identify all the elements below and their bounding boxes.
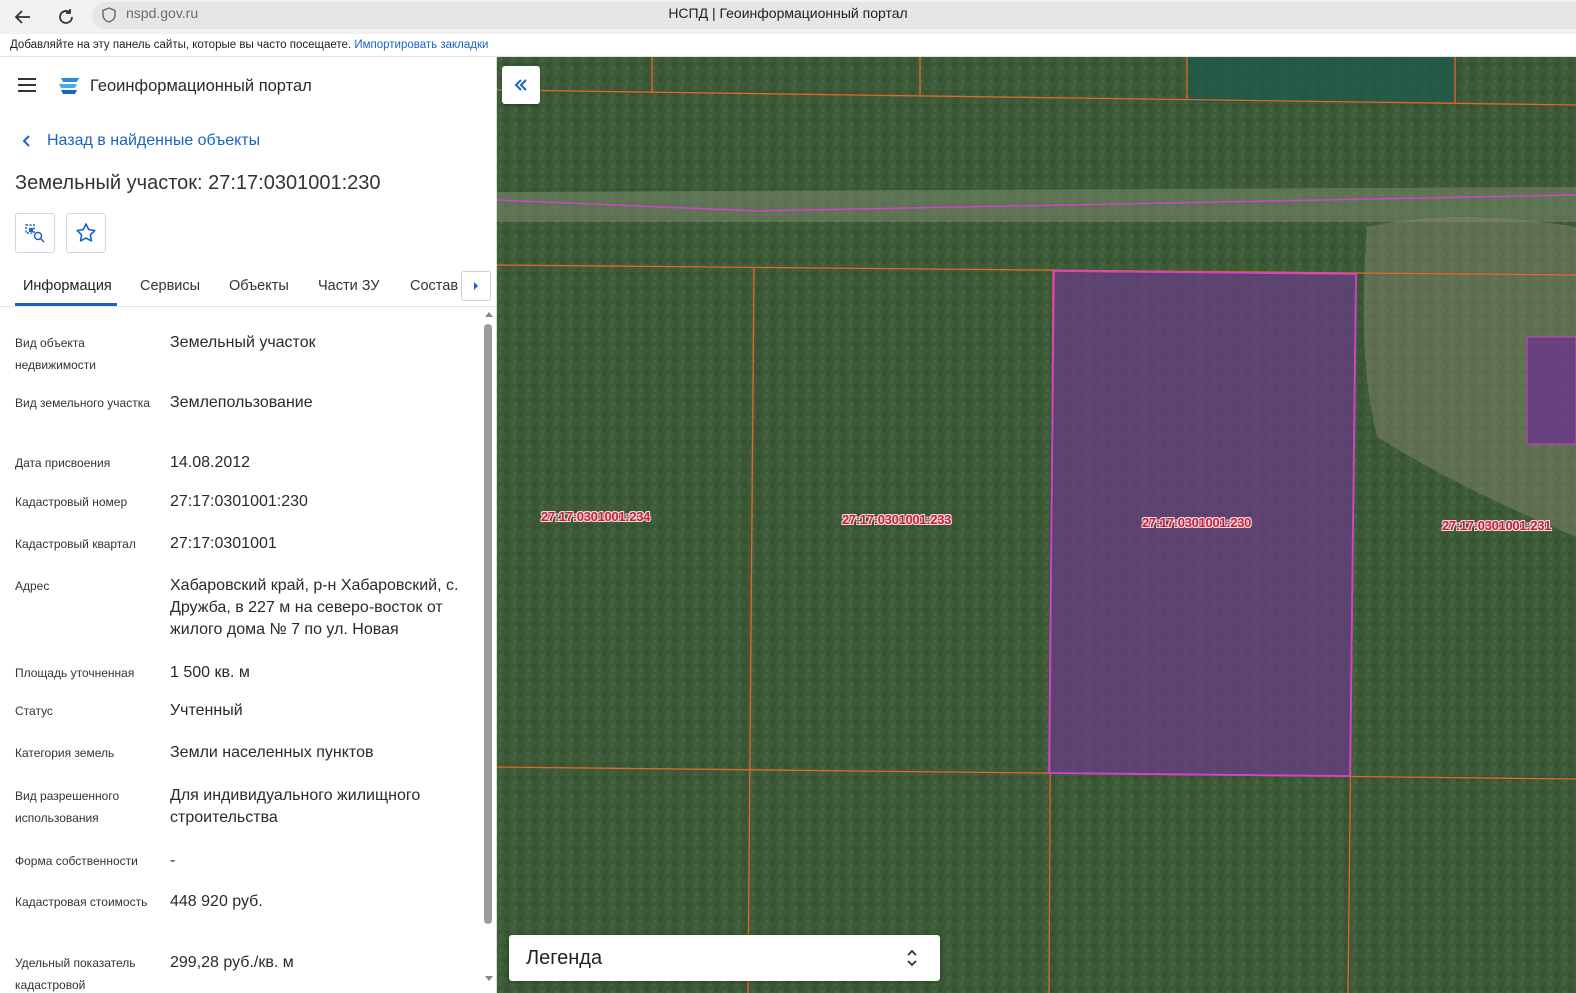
info-value: 27:17:0301001:230 [170, 493, 308, 510]
panel-scrollbar[interactable] [481, 312, 495, 993]
parcel-label[interactable]: 27:17:0301001:230 [1142, 516, 1251, 530]
info-value: Хабаровский край, р-н Хабаровский, с. Др… [170, 577, 459, 638]
info-value: Для индивидуального жилищного строительс… [170, 787, 421, 826]
back-link-label: Назад в найденные объекты [47, 132, 261, 149]
favorite-button[interactable] [66, 213, 106, 253]
info-value: 27:17:0301001 [170, 535, 277, 552]
back-to-results-link[interactable]: Назад в найденные объекты [18, 131, 260, 151]
active-tab-indicator [15, 303, 117, 306]
parcel-label[interactable]: 27:17:0301001:234 [541, 510, 650, 524]
menu-icon[interactable] [18, 78, 36, 92]
legend-label: Легенда [526, 947, 603, 969]
tab-bar: Информация Сервисы Объекты Части ЗУ Сост… [0, 269, 496, 307]
info-label: Вид земельного участка [15, 396, 150, 410]
tab-parts[interactable]: Части ЗУ [318, 277, 380, 295]
caret-right-icon [474, 282, 478, 290]
info-label: Кадастровый квартал [15, 537, 136, 551]
tab-services[interactable]: Сервисы [140, 277, 200, 295]
tab-info[interactable]: Информация [23, 277, 112, 295]
info-label: Категория земель [15, 746, 115, 760]
expand-collapse-icon [907, 949, 917, 967]
map-canvas [497, 57, 1576, 993]
bookmarks-prompt: Добавляйте на эту панель сайты, которые … [10, 39, 352, 51]
scroll-thumb[interactable] [484, 324, 492, 924]
select-on-map-button[interactable] [15, 213, 55, 253]
info-value: Земельный участок [170, 334, 316, 351]
info-value: 448 920 руб. [170, 893, 263, 910]
info-label: Площадь уточненная [15, 666, 135, 680]
parcel-label[interactable]: 27:17:0301001:231 [1442, 519, 1551, 533]
map-search-icon [25, 224, 45, 243]
tab-objects[interactable]: Объекты [229, 277, 289, 295]
info-label: Кадастровый номер [15, 495, 128, 509]
legend-dropdown[interactable]: Легенда [509, 935, 940, 981]
double-chevron-left-icon [514, 79, 527, 91]
import-bookmarks-link[interactable]: Импортировать закладки [354, 39, 488, 51]
info-value: Землепользование [170, 394, 313, 411]
tab-composition[interactable]: Состав [410, 277, 458, 295]
info-label: Форма собственности [15, 854, 138, 868]
page-title: НСПД | Геоинформационный портал [668, 5, 908, 21]
star-icon [76, 223, 96, 242]
object-info-panel: Геоинформационный портал Назад в найденн… [0, 57, 497, 993]
map-view[interactable]: 27:17:0301001:234 27:17:0301001:233 27:1… [497, 57, 1576, 993]
info-value: Учтенный [170, 702, 243, 719]
bookmarks-bar: Добавляйте на эту панель сайты, которые … [0, 34, 1576, 57]
info-value: 14.08.2012 [170, 454, 251, 471]
tabs-scroll-right-button[interactable] [461, 271, 491, 301]
scroll-up-arrow-icon[interactable] [485, 312, 493, 317]
info-label: Дата присвоения [15, 456, 111, 470]
parcel-label[interactable]: 27:17:0301001:233 [842, 513, 951, 527]
info-value: 299,28 руб./кв. м [170, 954, 294, 971]
info-label: Кадастровая стоимость [15, 895, 148, 909]
portal-title: Геоинформационный портал [90, 77, 312, 95]
collapse-panel-button[interactable] [502, 66, 540, 104]
info-label: Удельный показатель кадастровой [15, 956, 136, 992]
info-value: - [170, 852, 176, 869]
info-label: Адрес [15, 579, 50, 593]
info-value: Земли населенных пунктов [170, 744, 374, 761]
info-label: Вид объекта недвижимости [15, 336, 96, 372]
adjacent-parcel[interactable] [1526, 336, 1576, 445]
info-label: Вид разрешенного использования [15, 789, 120, 825]
scroll-down-arrow-icon[interactable] [485, 976, 493, 981]
browser-toolbar: nspd.gov.ru НСПД | Геоинформационный пор… [0, 0, 1576, 34]
object-title: Земельный участок: 27:17:0301001:230 [15, 172, 381, 194]
chevron-left-icon [22, 135, 30, 147]
info-value: 1 500 кв. м [170, 664, 250, 681]
info-label: Статус [15, 704, 53, 718]
portal-logo-icon [59, 78, 79, 94]
